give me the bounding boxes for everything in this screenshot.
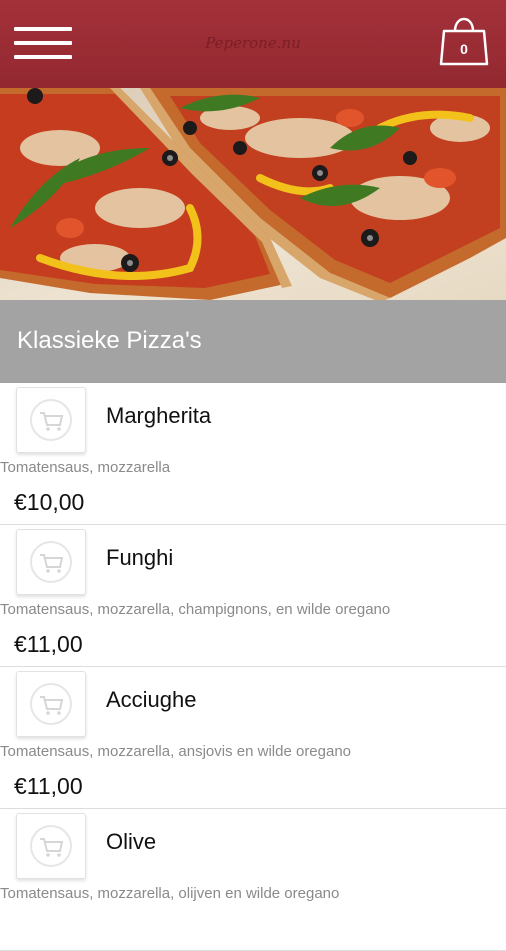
item-description: Tomatensaus, mozzarella, ansjovis en wil… xyxy=(0,743,352,760)
menu-item-margherita[interactable]: Margherita Tomatensaus, mozzarella €10,0… xyxy=(0,383,506,525)
shopping-cart-icon xyxy=(30,825,72,867)
shopping-bag-icon xyxy=(439,17,489,66)
hero-image xyxy=(0,88,506,300)
brand-logo: Peperone.nu xyxy=(205,34,301,52)
app-header: Peperone.nu 0 xyxy=(0,0,506,88)
cart-button[interactable]: 0 xyxy=(438,12,490,68)
item-price: €11,00 xyxy=(14,631,83,657)
category-header: Klassieke Pizza's xyxy=(0,300,506,383)
shopping-cart-icon xyxy=(30,683,72,725)
item-description: Tomatensaus, mozzarella, champignons, en… xyxy=(0,601,391,618)
item-price: €10,00 xyxy=(14,489,85,515)
item-thumbnail[interactable] xyxy=(16,671,86,737)
pizza-photo xyxy=(0,88,506,300)
menu-list: Margherita Tomatensaus, mozzarella €10,0… xyxy=(0,383,506,951)
item-description: Tomatensaus, mozzarella, olijven en wild… xyxy=(0,885,340,902)
menu-item-olive[interactable]: Olive Tomatensaus, mozzarella, olijven e… xyxy=(0,809,506,951)
menu-item-acciughe[interactable]: Acciughe Tomatensaus, mozzarella, ansjov… xyxy=(0,667,506,809)
item-description: Tomatensaus, mozzarella xyxy=(0,459,171,476)
category-title: Klassieke Pizza's xyxy=(17,327,202,354)
shopping-cart-icon xyxy=(30,399,72,441)
item-name: Olive xyxy=(106,829,157,854)
item-thumbnail[interactable] xyxy=(16,813,86,879)
menu-item-funghi[interactable]: Funghi Tomatensaus, mozzarella, champign… xyxy=(0,525,506,667)
item-name: Funghi xyxy=(106,545,174,570)
item-name: Margherita xyxy=(106,403,212,428)
item-name: Acciughe xyxy=(106,687,197,712)
shopping-cart-icon xyxy=(30,541,72,583)
item-thumbnail[interactable] xyxy=(16,529,86,595)
cart-count-badge: 0 xyxy=(460,41,468,57)
item-thumbnail[interactable] xyxy=(16,387,86,453)
hamburger-menu-icon[interactable] xyxy=(14,24,72,64)
item-price: €11,00 xyxy=(14,773,83,799)
